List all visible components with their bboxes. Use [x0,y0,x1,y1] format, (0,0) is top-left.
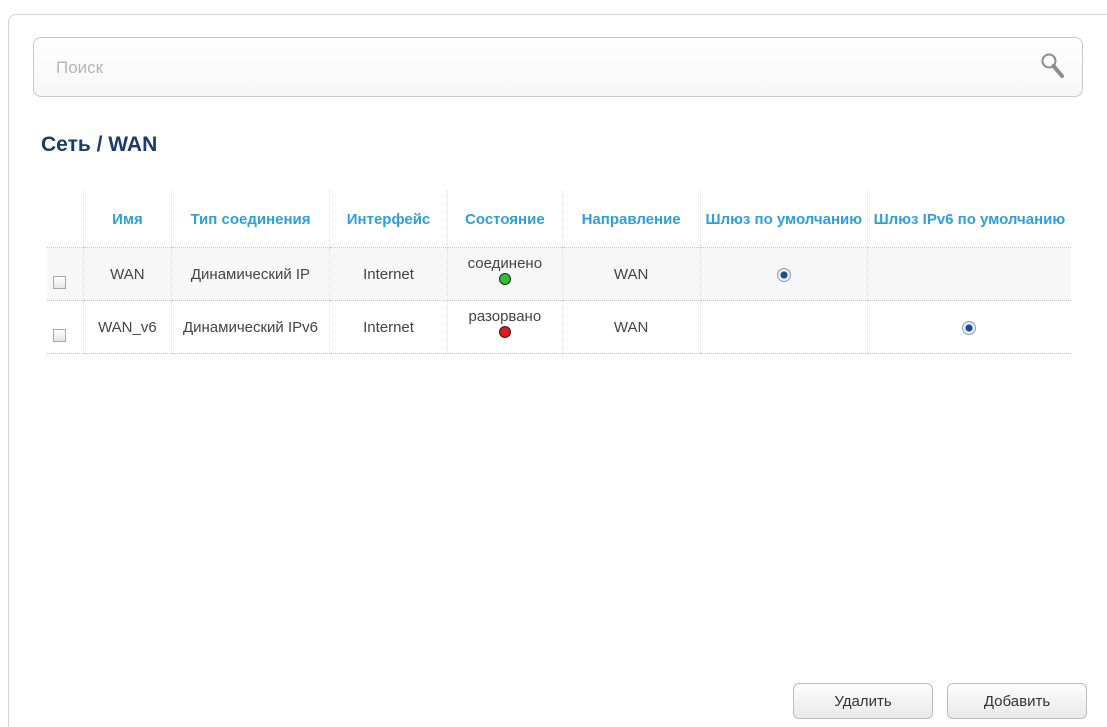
cell-gw [699,300,868,354]
row-checkbox[interactable] [53,329,66,343]
cell-direction: WAN [561,247,701,301]
cell-name: WAN_v6 [82,300,172,354]
row-select-cell [47,247,84,301]
header-select [47,191,84,248]
table-row[interactable]: WAN_v6 Динамический IPv6 Internet разорв… [47,300,1071,354]
header-name: Имя [82,191,172,248]
delete-button[interactable]: Удалить [793,683,933,719]
header-gw: Шлюз по умолчанию [699,191,868,248]
page-title: Сеть / WAN [41,133,158,156]
row-checkbox[interactable] [53,276,66,290]
gw-radio[interactable] [776,267,791,282]
status-indicator: соединено [468,255,542,285]
status-dot-icon [498,326,511,338]
status-indicator: разорвано [468,308,542,338]
cell-conn-type: Динамический IP [171,247,330,301]
cell-gw6 [866,247,1071,301]
header-direction: Направление [561,191,701,248]
table-header-row: Имя Тип соединения Интерфейс Состояние Н… [47,191,1071,248]
status-label: разорвано [468,308,542,325]
cell-interface: Internet [328,247,448,301]
wan-table: Имя Тип соединения Интерфейс Состояние Н… [47,191,1071,354]
search-box [33,37,1083,97]
cell-gw6 [866,300,1071,354]
cell-direction: WAN [561,300,701,354]
header-conn-type: Тип соединения [171,191,330,248]
row-select-cell [47,300,84,354]
header-interface: Интерфейс [328,191,448,248]
status-dot-icon [498,273,511,285]
search-icon[interactable] [1038,51,1068,81]
cell-interface: Internet [328,300,448,354]
header-state: Состояние [447,191,563,248]
cell-state: разорвано [447,300,563,354]
search-input[interactable] [54,52,998,84]
add-button[interactable]: Добавить [947,683,1087,719]
header-gw6: Шлюз IPv6 по умолчанию [866,191,1071,248]
cell-conn-type: Динамический IPv6 [171,300,330,354]
cell-gw [699,247,868,301]
status-label: соединено [467,255,543,272]
gw6-radio[interactable] [962,320,977,335]
content-panel: Сеть / WAN Имя Тип соединения Интерфейс … [8,14,1107,727]
cell-state: соединено [447,247,563,301]
cell-name: WAN [82,247,172,301]
table-row[interactable]: WAN Динамический IP Internet соединено W… [47,247,1071,301]
